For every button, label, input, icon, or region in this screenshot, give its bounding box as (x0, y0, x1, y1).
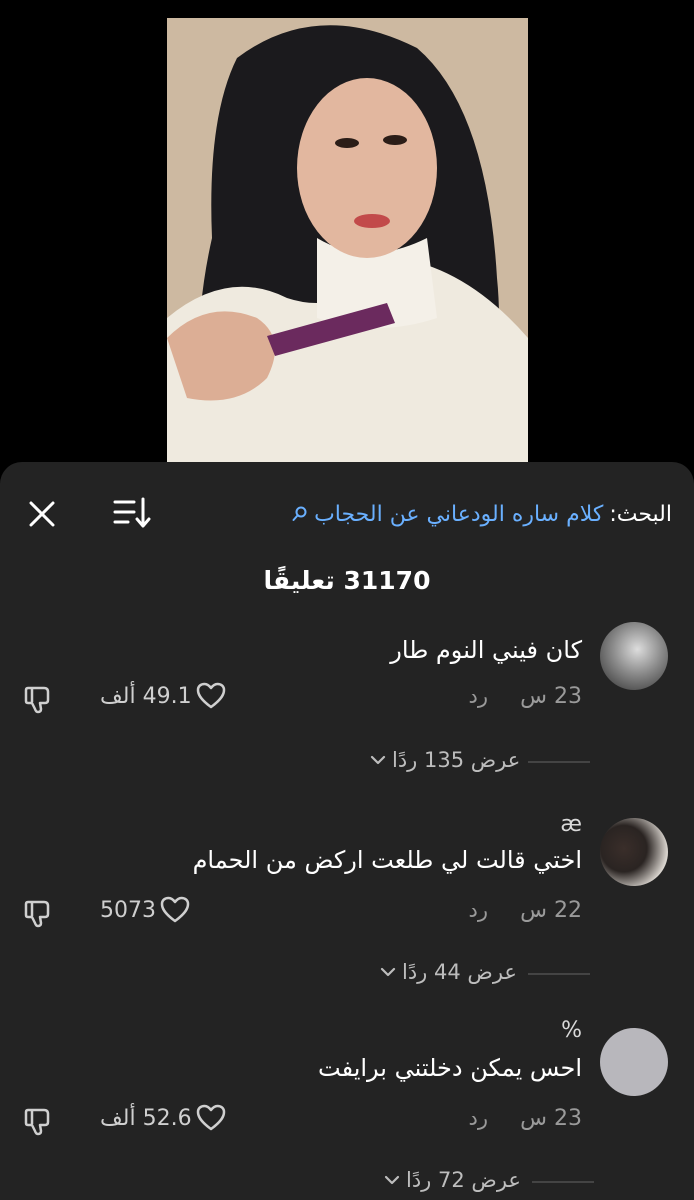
dislike-icon[interactable] (24, 1106, 58, 1136)
replies-divider (528, 761, 590, 763)
comment-text: احس يمكن دخلتني برايفت (318, 1054, 582, 1082)
chevron-down-icon (370, 755, 386, 765)
search-prefix-label: البحث: (609, 501, 672, 527)
dislike-icon[interactable] (24, 898, 58, 928)
sheet-header: البحث: كلام ساره الودعاني عن الحجاب (0, 462, 694, 558)
like-count: 5073 (100, 897, 156, 923)
dislike-icon[interactable] (24, 684, 58, 714)
comments-sheet: البحث: كلام ساره الودعاني عن الحجاب 3117… (0, 462, 694, 1200)
comment-item: كان فيني النوم طار 23 س رد 49.1 ألف عرض … (0, 622, 694, 792)
search-icon (292, 506, 307, 521)
avatar[interactable] (600, 818, 668, 886)
video-thumbnail[interactable] (167, 18, 528, 470)
avatar[interactable] (600, 1028, 668, 1096)
view-replies-button[interactable]: عرض 135 ردًا (370, 748, 520, 772)
comment-item: % احس يمكن دخلتني برايفت 23 س رد 52.6 أل… (0, 1018, 694, 1200)
comment-text: اختي قالت لي طلعت اركض من الحمام (192, 846, 582, 874)
video-image (167, 18, 528, 470)
like-count: 49.1 ألف (100, 683, 192, 709)
replies-divider (532, 1181, 594, 1183)
heart-icon (160, 896, 190, 923)
avatar[interactable] (600, 622, 668, 690)
comment-username[interactable]: % (561, 1018, 582, 1043)
comment-item: æ اختي قالت لي طلعت اركض من الحمام 22 س … (0, 812, 694, 986)
like-button[interactable]: 49.1 ألف (100, 682, 226, 710)
search-query-link[interactable]: البحث: كلام ساره الودعاني عن الحجاب (292, 494, 672, 534)
search-query-text[interactable]: كلام ساره الودعاني عن الحجاب (314, 502, 603, 527)
reply-button[interactable]: رد (469, 684, 489, 708)
comment-time: 23 س (520, 684, 582, 709)
like-button[interactable]: 5073 (100, 896, 190, 924)
comments-count-title: 31170 تعليقًا (263, 566, 431, 595)
view-replies-label: عرض 44 ردًا (402, 960, 517, 984)
like-count: 52.6 ألف (100, 1105, 192, 1131)
comment-time: 23 س (520, 1106, 582, 1131)
video-area[interactable] (0, 0, 694, 470)
reply-button[interactable]: رد (469, 1106, 489, 1130)
view-replies-label: عرض 135 ردًا (392, 748, 521, 772)
comment-username[interactable]: æ (560, 812, 582, 837)
heart-icon (196, 1104, 225, 1131)
chevron-down-icon (384, 1175, 400, 1185)
reply-button[interactable]: رد (469, 898, 489, 922)
comment-time: 22 س (520, 898, 582, 923)
view-replies-button[interactable]: عرض 44 ردًا (380, 960, 517, 984)
replies-divider (528, 973, 590, 975)
sort-icon (113, 497, 151, 528)
sort-button[interactable] (112, 496, 152, 530)
chevron-down-icon (380, 967, 396, 977)
comment-text: كان فيني النوم طار (390, 636, 582, 664)
view-replies-label: عرض 72 ردًا (406, 1168, 521, 1192)
close-icon (29, 501, 55, 527)
close-button[interactable] (26, 498, 58, 530)
like-button[interactable]: 52.6 ألف (100, 1104, 226, 1132)
heart-icon (196, 682, 225, 709)
view-replies-button[interactable]: عرض 72 ردًا (384, 1168, 521, 1192)
